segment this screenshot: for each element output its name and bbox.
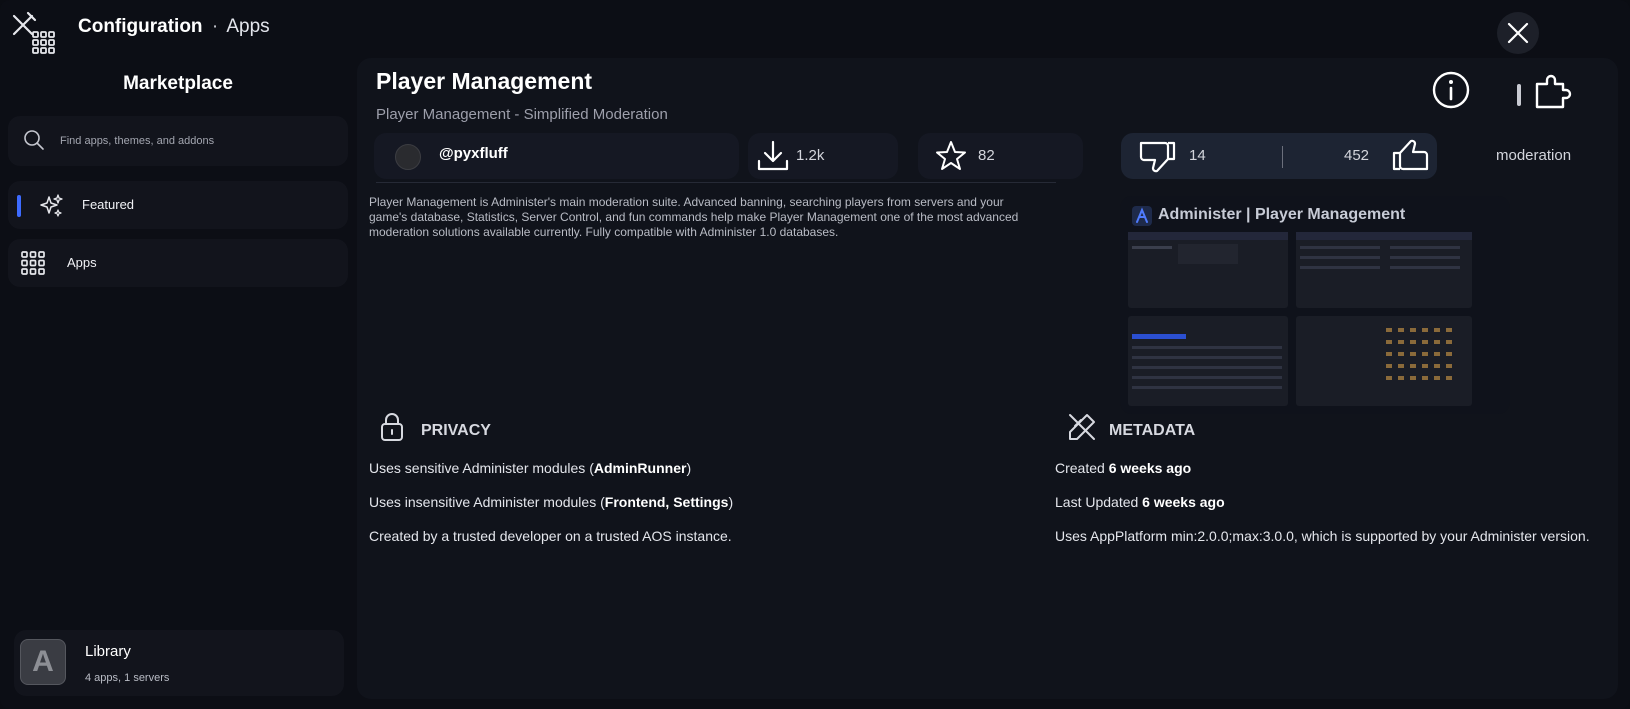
download-icon — [757, 140, 789, 171]
library-avatar: A — [20, 639, 66, 685]
author-name: @pyxfluff — [439, 145, 508, 162]
app-detail-panel: Player Management Player Management - Si… — [357, 58, 1618, 699]
preview-screens — [1128, 232, 1472, 406]
sensitive-modules: AdminRunner — [593, 460, 687, 476]
sidebar-item-featured[interactable]: Featured — [8, 181, 348, 229]
downloads-count: 1.2k — [796, 147, 825, 164]
sidebar-item-label: Apps — [67, 255, 97, 270]
library-subtitle: 4 apps, 1 servers — [85, 672, 170, 684]
search-input[interactable] — [60, 130, 330, 152]
close-icon — [1507, 22, 1529, 44]
dislikes-count: 14 — [1189, 147, 1206, 164]
insensitive-modules: Frontend, Settings — [604, 494, 729, 510]
category-label: moderation — [1496, 147, 1572, 164]
thumbs-down-icon[interactable] — [1137, 139, 1177, 175]
lock-icon — [381, 413, 403, 441]
stars-stat: 82 — [918, 133, 1083, 179]
star-icon[interactable] — [934, 139, 968, 173]
app-name: Configuration — [78, 16, 203, 37]
metadata-heading: METADATA — [1109, 422, 1196, 439]
votes-divider — [1282, 146, 1283, 168]
search-box[interactable] — [8, 116, 348, 166]
created-line: Created 6 weeks ago — [1055, 460, 1191, 476]
created-value: 6 weeks ago — [1108, 460, 1192, 476]
created-prefix: Created — [1055, 460, 1109, 476]
insensitive-suffix: ) — [728, 494, 734, 510]
actions-divider — [1517, 84, 1521, 106]
votes-bar: 14 452 — [1121, 133, 1437, 179]
app-actions — [1429, 68, 1589, 124]
active-indicator — [17, 195, 21, 217]
updated-value: 6 weeks ago — [1142, 494, 1225, 510]
search-icon — [24, 130, 44, 150]
header: Configuration · Apps — [0, 0, 1630, 58]
info-icon[interactable] — [1431, 70, 1471, 110]
breadcrumb: Configuration · Apps — [78, 16, 270, 38]
app-title: Player Management — [376, 68, 593, 94]
sidebar: Marketplace Featured — [0, 58, 356, 709]
pen-ruler-icon — [1069, 414, 1095, 440]
privacy-heading: PRIVACY — [421, 422, 491, 439]
pen-grid-logo-icon — [12, 11, 55, 54]
section-name[interactable]: Apps — [226, 16, 269, 37]
app-subtitle: Player Management - Simplified Moderatio… — [376, 106, 668, 123]
sensitive-prefix: Uses sensitive Administer modules ( — [369, 460, 594, 476]
insensitive-modules-line: Uses insensitive Administer modules (Fro… — [369, 494, 733, 510]
administer-logo-icon — [1132, 206, 1152, 226]
platform-line: Uses AppPlatform min:2.0.0;max:3.0.0, wh… — [1055, 528, 1590, 544]
downloads-stat: 1.2k — [748, 133, 898, 179]
insensitive-prefix: Uses insensitive Administer modules ( — [369, 494, 605, 510]
marketplace-title: Marketplace — [123, 73, 233, 94]
puzzle-piece-icon[interactable] — [1533, 70, 1573, 110]
updated-line: Last Updated 6 weeks ago — [1055, 494, 1225, 510]
sensitive-suffix: ) — [686, 460, 692, 476]
author-badge[interactable]: @pyxfluff — [374, 133, 739, 179]
sensitive-modules-line: Uses sensitive Administer modules (Admin… — [369, 460, 691, 476]
updated-prefix: Last Updated — [1055, 494, 1143, 510]
app-preview-image[interactable]: Administer | Player Management — [1120, 196, 1510, 414]
window: Configuration · Apps Marketplace Find ap… — [0, 0, 1630, 709]
thumbs-up-icon[interactable] — [1391, 137, 1431, 173]
category-tag[interactable]: moderation — [1463, 133, 1613, 179]
breadcrumb-separator: · — [211, 16, 219, 37]
divider — [376, 182, 1056, 183]
app-description: Player Management is Administer's main m… — [369, 195, 1019, 239]
trust-line: Created by a trusted developer on a trus… — [369, 528, 732, 544]
grid-icon — [21, 251, 45, 275]
library-title: Library — [85, 643, 131, 660]
preview-title: Administer | Player Management — [1158, 206, 1406, 223]
close-button[interactable] — [1497, 12, 1539, 54]
sidebar-item-label: Featured — [82, 197, 135, 212]
author-avatar — [395, 144, 421, 170]
sparkles-icon — [40, 194, 63, 217]
sidebar-item-apps[interactable]: Apps — [8, 239, 348, 287]
library-button[interactable]: A Library 4 apps, 1 servers — [14, 630, 344, 696]
likes-count: 452 — [1344, 147, 1370, 164]
stars-count: 82 — [978, 147, 995, 164]
